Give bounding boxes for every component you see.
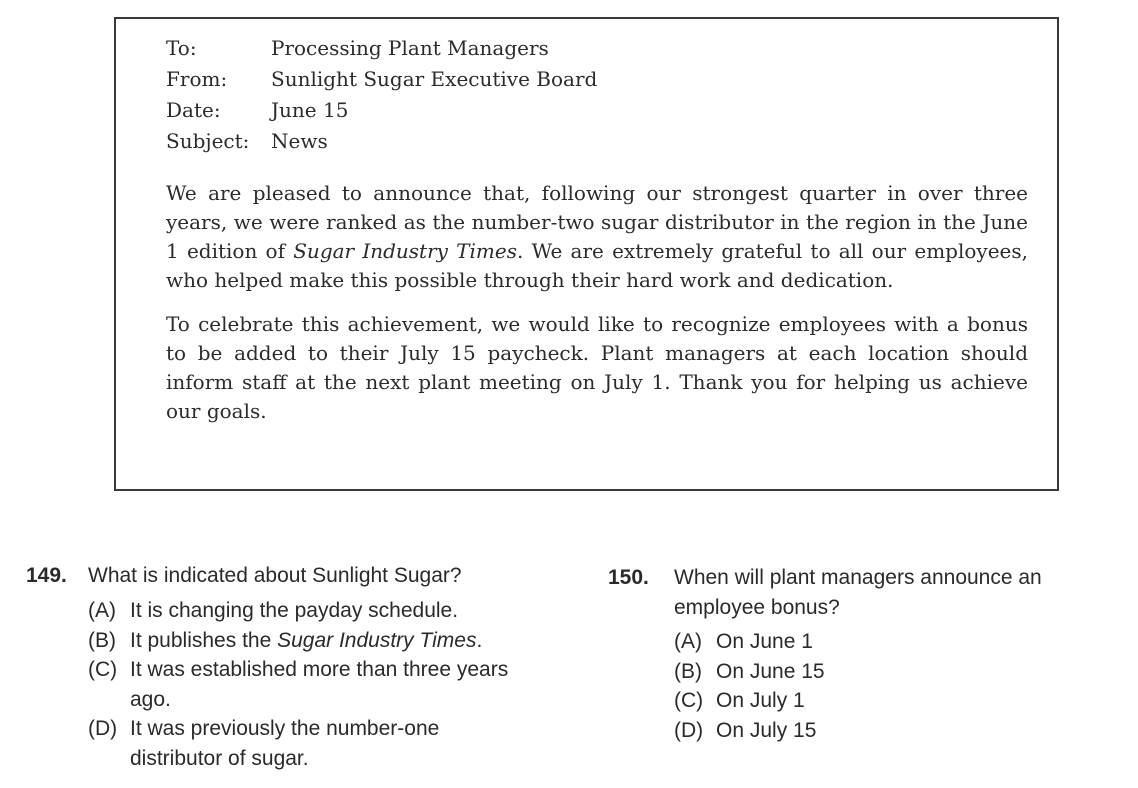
answer-option-d[interactable]: (D) On July 15 xyxy=(674,716,1128,746)
memo-date-row: Date: June 15 xyxy=(166,95,597,126)
memo-subject-label: Subject: xyxy=(166,129,250,153)
answer-option-b[interactable]: (B) It publishes the Sugar Industry Time… xyxy=(88,626,566,656)
question-text: When will plant managers announce an emp… xyxy=(674,566,1042,619)
memo-box: To: Processing Plant Managers From: Sunl… xyxy=(114,17,1059,491)
question-stem: 149. What is indicated about Sunlight Su… xyxy=(26,561,566,591)
question-text: What is indicated about Sunlight Sugar? xyxy=(88,564,462,587)
memo-date-value: June 15 xyxy=(271,98,349,122)
memo-from-row: From: Sunlight Sugar Executive Board xyxy=(166,64,597,95)
memo-to-value: Processing Plant Managers xyxy=(271,36,549,60)
option-text: On June 1 xyxy=(716,630,813,653)
answer-option-c[interactable]: (C) It was established more than three y… xyxy=(88,655,566,714)
memo-to-row: To: Processing Plant Managers xyxy=(166,33,597,64)
question-stem: 150. When will plant managers announce a… xyxy=(608,563,1128,623)
question-number: 149. xyxy=(26,564,67,587)
option-text: It was established more than three years… xyxy=(130,658,509,711)
memo-publication-title: Sugar Industry Times xyxy=(293,239,517,263)
memo-header: To: Processing Plant Managers From: Sunl… xyxy=(166,33,597,157)
option-text: On July 1 xyxy=(716,689,805,712)
option-letter: (C) xyxy=(674,689,704,712)
question-149: 149. What is indicated about Sunlight Su… xyxy=(26,561,566,773)
answer-options: (A) It is changing the payday schedule. … xyxy=(88,596,566,773)
option-letter: (B) xyxy=(88,628,116,652)
option-text-after: . xyxy=(476,628,483,652)
option-letter: (A) xyxy=(88,599,116,622)
option-text: On July 15 xyxy=(716,718,817,742)
question-150: 150. When will plant managers announce a… xyxy=(608,563,1128,745)
memo-paragraph-2: To celebrate this achievement, we would … xyxy=(166,312,1028,423)
option-letter: (C) xyxy=(88,658,118,681)
memo-from-label: From: xyxy=(166,67,228,91)
answer-option-d[interactable]: (D) It was previously the number-one dis… xyxy=(88,714,566,773)
memo-paragraph-1: We are pleased to announce that, followi… xyxy=(166,179,1028,295)
option-text: On June 15 xyxy=(716,659,825,683)
option-letter: (A) xyxy=(674,630,702,653)
memo-subject-value: News xyxy=(271,129,328,153)
option-letter: (B) xyxy=(674,659,702,683)
answer-option-c[interactable]: (C) On July 1 xyxy=(674,686,1128,716)
memo-to-label: To: xyxy=(166,36,197,60)
option-text-before: It publishes the xyxy=(130,628,278,652)
answer-option-b[interactable]: (B) On June 15 xyxy=(674,657,1128,687)
answer-option-a[interactable]: (A) It is changing the payday schedule. xyxy=(88,596,566,626)
answer-options: (A) On June 1 (B) On June 15 (C) On July… xyxy=(674,627,1128,745)
option-letter: (D) xyxy=(674,718,704,742)
memo-from-value: Sunlight Sugar Executive Board xyxy=(271,67,598,91)
memo-subject-row: Subject: News xyxy=(166,126,597,157)
memo-date-label: Date: xyxy=(166,98,221,122)
answer-option-a[interactable]: (A) On June 1 xyxy=(674,627,1128,657)
option-text: It is changing the payday schedule. xyxy=(130,599,459,622)
memo-body: We are pleased to announce that, followi… xyxy=(166,179,1028,441)
option-publication-title: Sugar Industry Times xyxy=(277,628,477,652)
option-letter: (D) xyxy=(88,717,118,740)
question-number: 150. xyxy=(608,566,649,589)
option-text: It publishes the Sugar Industry Times. xyxy=(130,626,566,656)
option-text: It was previously the number-one distrib… xyxy=(130,717,440,770)
